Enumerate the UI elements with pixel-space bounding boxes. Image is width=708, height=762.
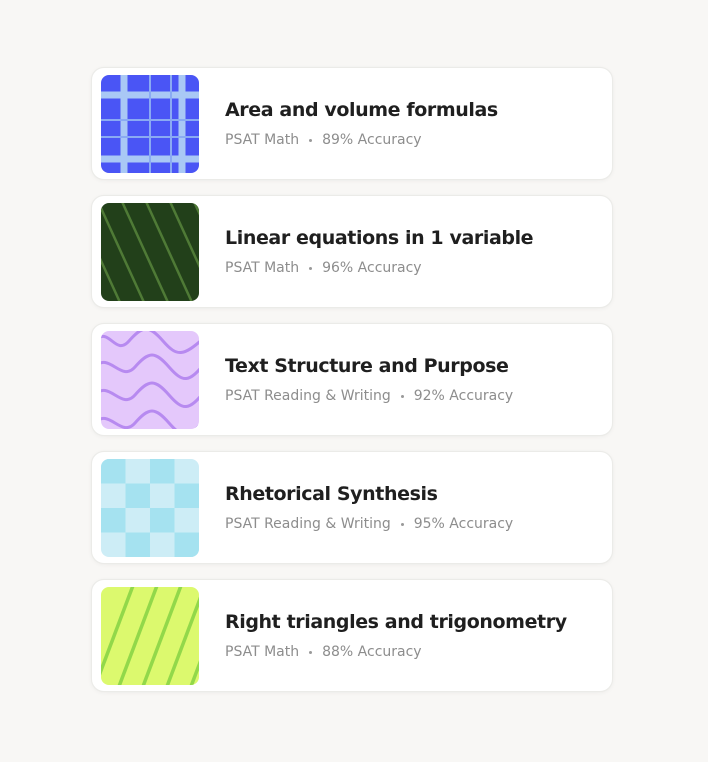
skill-accuracy: 95% Accuracy <box>413 516 514 532</box>
grid-pattern-icon <box>101 74 199 173</box>
skill-subject: PSAT Reading & Writing <box>225 388 391 404</box>
wave-pattern-icon <box>101 330 199 429</box>
separator-dot-icon <box>309 138 313 142</box>
skill-title: Area and volume formulas <box>225 99 498 121</box>
skill-card-rhetorical-synthesis[interactable]: Rhetorical Synthesis PSAT Reading & Writ… <box>91 451 613 564</box>
diagonal-stripes-pattern-icon <box>101 586 199 685</box>
diagonal-lines-pattern-icon <box>101 202 199 301</box>
skill-title: Rhetorical Synthesis <box>225 483 438 505</box>
skill-title: Text Structure and Purpose <box>225 355 509 377</box>
skill-card-linear-equations[interactable]: Linear equations in 1 variable PSAT Math… <box>91 195 613 308</box>
skill-accuracy: 89% Accuracy <box>322 132 422 148</box>
skill-card-area-and-volume[interactable]: Area and volume formulas PSAT Math 89% A… <box>91 67 613 180</box>
separator-dot-icon <box>400 394 404 398</box>
skill-meta: PSAT Math 89% Accuracy <box>225 131 498 149</box>
separator-dot-icon <box>400 522 404 526</box>
skill-list: Area and volume formulas PSAT Math 89% A… <box>91 67 613 707</box>
skill-title: Linear equations in 1 variable <box>225 227 534 249</box>
checkerboard-pattern-icon <box>101 458 199 557</box>
skill-subject: PSAT Reading & Writing <box>225 516 391 532</box>
separator-dot-icon <box>309 650 313 654</box>
skill-meta: PSAT Reading & Writing 95% Accuracy <box>225 515 513 533</box>
skill-accuracy: 96% Accuracy <box>322 260 422 276</box>
skill-card-text-structure[interactable]: Text Structure and Purpose PSAT Reading … <box>91 323 613 436</box>
skill-subject: PSAT Math <box>225 644 300 660</box>
skill-accuracy: 92% Accuracy <box>413 388 514 404</box>
skill-subject: PSAT Math <box>225 260 300 276</box>
skill-subject: PSAT Math <box>225 132 300 148</box>
skill-title: Right triangles and trigonometry <box>225 611 567 633</box>
separator-dot-icon <box>309 266 313 270</box>
skill-card-right-triangles[interactable]: Right triangles and trigonometry PSAT Ma… <box>91 579 613 692</box>
skill-meta: PSAT Math 96% Accuracy <box>225 259 533 277</box>
skill-meta: PSAT Math 88% Accuracy <box>225 643 567 661</box>
skill-accuracy: 88% Accuracy <box>322 644 422 660</box>
skill-meta: PSAT Reading & Writing 92% Accuracy <box>225 387 513 405</box>
